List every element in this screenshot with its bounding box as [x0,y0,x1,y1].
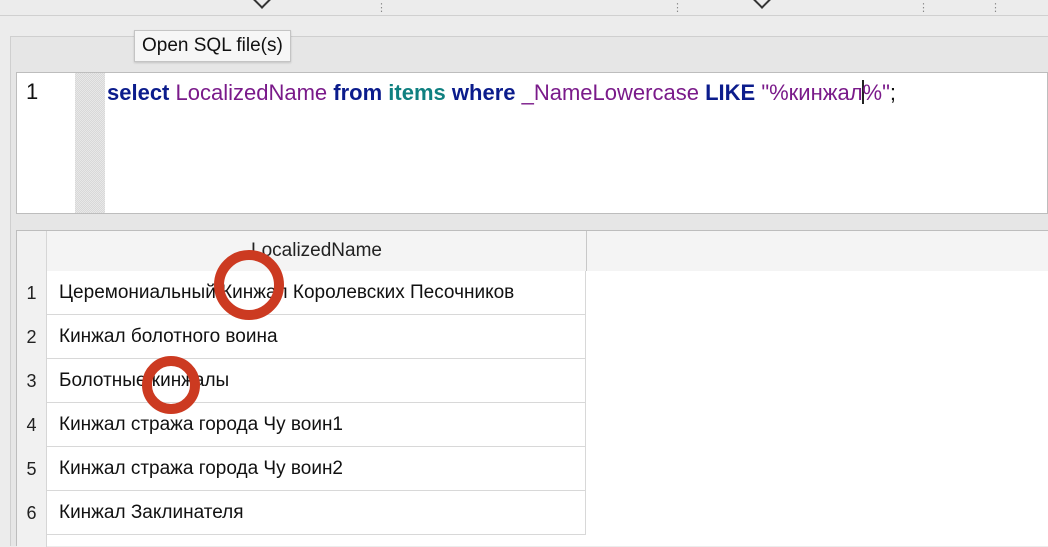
row-number[interactable]: 3 [17,359,47,403]
sql-code-line[interactable]: select LocalizedName from items where _N… [107,80,896,106]
table-cell[interactable]: Болотные кинжалы [47,359,586,403]
row-number[interactable]: 4 [17,403,47,447]
row-number[interactable]: 1 [17,271,47,315]
table-cell[interactable]: Кинжал болотного воина [47,315,586,359]
table-row[interactable]: 1 Церемониальный Кинжал Королевских Песо… [17,271,587,315]
table-row[interactable]: 3 Болотные кинжалы [17,359,587,403]
table-row[interactable]: 4 Кинжал стража города Чу воин1 [17,403,587,447]
line-number: 1 [26,79,39,104]
sql-keyword: select [107,80,170,105]
row-number[interactable]: 5 [17,447,47,491]
sql-keyword: from [333,80,383,105]
highlight-circle-marker [142,356,200,414]
column-header-localizedname[interactable]: LocalizedName [47,231,587,271]
row-header-filler [17,535,47,547]
sql-keyword: LIKE [705,80,756,105]
open-sql-tooltip: Open SQL file(s) [134,30,291,62]
grid-corner[interactable] [17,231,47,271]
splitter-grip-icon[interactable]: ⋮ [376,2,387,14]
table-cell[interactable]: Церемониальный Кинжал Королевских Песочн… [47,271,586,315]
sql-editor[interactable]: 1 select LocalizedName from items where … [16,72,1048,214]
splitter-grip-icon[interactable]: ⋮ [918,2,929,14]
row-number[interactable]: 2 [17,315,47,359]
table-row[interactable]: 5 Кинжал стража города Чу воин2 [17,447,587,491]
header-filler [587,231,1048,271]
sql-string: %" [862,80,890,105]
highlight-circle-marker [214,250,284,320]
chevron-down-icon[interactable] [252,0,272,9]
splitter-grip-icon[interactable]: ⋮ [672,2,683,14]
sql-table: items [388,80,446,105]
chevron-down-icon[interactable] [752,0,772,9]
sql-column: _NameLowercase [521,80,699,105]
sql-semicolon: ; [889,80,897,105]
sql-string: "%кинжал [761,80,863,105]
sql-column: LocalizedName [175,80,328,105]
row-number[interactable]: 6 [17,491,47,535]
table-row[interactable]: 6 Кинжал Заклинателя [17,491,587,535]
table-cell[interactable]: Кинжал Заклинателя [47,491,586,535]
table-cell[interactable]: Кинжал стража города Чу воин2 [47,447,586,491]
fold-margin [75,73,105,213]
toolbar-strip: ⋮ ⋮ ⋮ ⋮ [0,0,1048,16]
sql-keyword: where [451,80,516,105]
splitter-grip-icon[interactable]: ⋮ [990,2,1001,14]
table-cell[interactable]: Кинжал стража города Чу воин1 [47,403,586,447]
table-row[interactable]: 2 Кинжал болотного воина [17,315,587,359]
